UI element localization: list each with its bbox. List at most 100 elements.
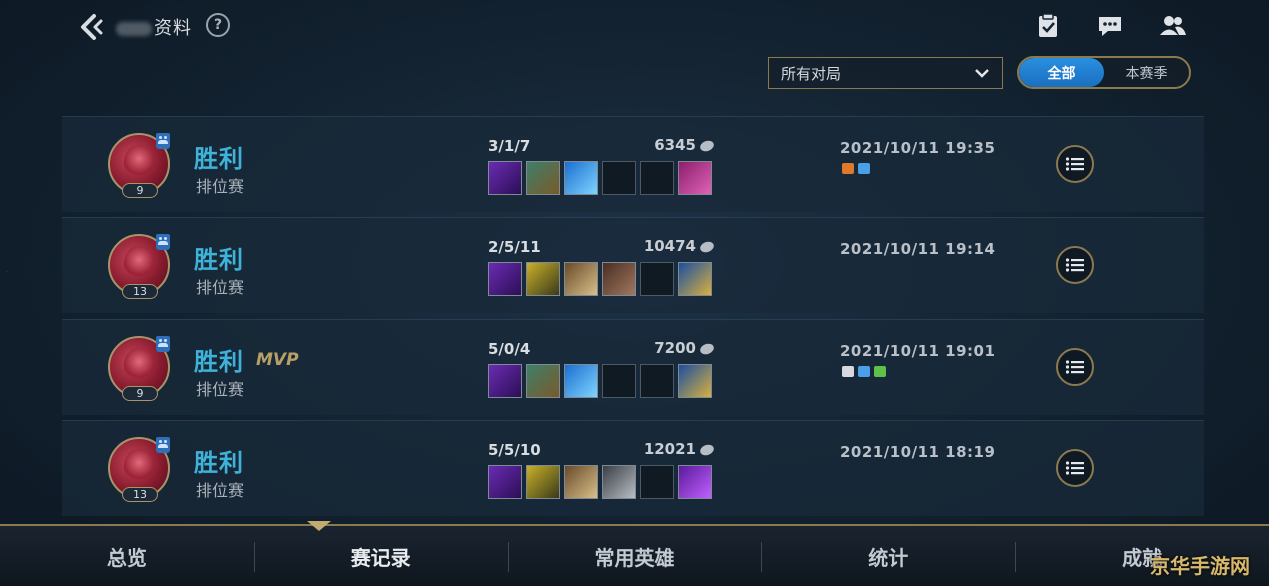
team-icon xyxy=(156,336,170,352)
item-list xyxy=(488,161,712,195)
segment-this-season[interactable]: 本赛季 xyxy=(1104,58,1189,87)
match-result: 胜利 xyxy=(194,348,244,376)
empty-item-slot xyxy=(640,465,674,499)
back-button[interactable] xyxy=(74,10,108,44)
team-icon xyxy=(156,133,170,149)
side-text: · xyxy=(2,270,11,273)
hero-avatar-wrap: 13 xyxy=(108,437,172,502)
tasks-button[interactable] xyxy=(1034,12,1062,40)
match-mode: 排位赛 xyxy=(196,380,245,399)
item-slot xyxy=(488,364,522,398)
gold-value: 12021 xyxy=(643,440,696,458)
friends-icon xyxy=(1160,16,1186,35)
item-slot xyxy=(526,465,560,499)
item-slot xyxy=(526,364,560,398)
kda: 3/1/7 xyxy=(488,137,531,155)
gold-amount: 10474 xyxy=(622,237,716,255)
match-result: 胜利 xyxy=(194,246,244,274)
page-title-text: 资料 xyxy=(154,18,192,39)
item-slot xyxy=(488,262,522,296)
empty-item-slot xyxy=(640,364,674,398)
gold-value: 10474 xyxy=(643,237,696,255)
empty-item-slot xyxy=(640,161,674,195)
match-row[interactable]: 13 胜利 排位赛 2/5/11 10474 2021/10/11 19:14 xyxy=(62,217,1204,313)
item-slot xyxy=(678,465,712,499)
item-slot xyxy=(564,465,598,499)
list-icon xyxy=(1065,461,1084,475)
match-mode: 排位赛 xyxy=(196,177,245,196)
match-tag-icon xyxy=(858,366,870,377)
match-type-select[interactable]: 所有对局 xyxy=(768,57,1003,89)
help-icon: ? xyxy=(213,17,223,33)
friends-button[interactable] xyxy=(1159,12,1187,40)
clipboard-check-icon xyxy=(1039,13,1057,37)
level-badge: 13 xyxy=(122,487,158,502)
item-slot xyxy=(678,262,712,296)
item-slot xyxy=(602,262,636,296)
kda: 2/5/11 xyxy=(488,238,541,256)
gold-value: 6345 xyxy=(654,136,696,154)
gold-amount: 6345 xyxy=(622,136,716,154)
match-mode: 排位赛 xyxy=(196,481,245,500)
match-detail-button[interactable] xyxy=(1056,145,1094,183)
empty-item-slot xyxy=(640,262,674,296)
match-tags xyxy=(842,366,886,377)
item-slot xyxy=(564,364,598,398)
list-icon xyxy=(1065,157,1084,171)
chat-button[interactable] xyxy=(1096,12,1124,40)
gold-coin-icon xyxy=(698,239,716,254)
match-detail-button[interactable] xyxy=(1056,449,1094,487)
watermark: 京华手游网 xyxy=(1150,554,1250,578)
gold-coin-icon xyxy=(698,341,716,356)
item-slot xyxy=(602,465,636,499)
item-list xyxy=(488,465,712,499)
match-tag-icon xyxy=(858,163,870,174)
level-badge: 13 xyxy=(122,284,158,299)
empty-item-slot xyxy=(602,161,636,195)
redacted-name xyxy=(116,22,152,36)
match-datetime: 2021/10/11 19:14 xyxy=(840,240,996,258)
level-badge: 9 xyxy=(122,183,158,198)
bottom-nav: 总览 赛记录 常用英雄 统计 成就 xyxy=(0,524,1269,586)
hero-avatar-wrap: 9 xyxy=(108,133,172,198)
match-result: 胜利 xyxy=(194,449,244,477)
nav-statistics[interactable]: 统计 xyxy=(761,526,1015,586)
nav-frequent-heroes[interactable]: 常用英雄 xyxy=(507,526,762,586)
match-row[interactable]: 9 胜利 排位赛 3/1/7 6345 2021/10/11 19:35 xyxy=(62,116,1204,212)
match-type-value: 所有对局 xyxy=(781,64,842,83)
item-slot xyxy=(488,465,522,499)
match-row[interactable]: 9 胜利 MVP 排位赛 5/0/4 7200 2021/10/11 19:01 xyxy=(62,319,1204,415)
match-datetime: 2021/10/11 18:19 xyxy=(840,443,996,461)
season-toggle: 全部 本赛季 xyxy=(1017,56,1191,89)
match-tag-icon xyxy=(874,366,886,377)
page-title: 资料 xyxy=(116,14,192,40)
chevron-down-icon xyxy=(975,69,989,78)
help-button[interactable]: ? xyxy=(206,13,230,37)
gold-coin-icon xyxy=(698,442,716,457)
item-list xyxy=(488,262,712,296)
item-slot xyxy=(564,262,598,296)
match-tag-icon xyxy=(842,163,854,174)
match-detail-button[interactable] xyxy=(1056,246,1094,284)
empty-item-slot xyxy=(602,364,636,398)
match-datetime: 2021/10/11 19:35 xyxy=(840,139,996,157)
gold-amount: 7200 xyxy=(622,339,716,357)
hero-avatar-wrap: 13 xyxy=(108,234,172,299)
match-row[interactable]: 13 胜利 排位赛 5/5/10 12021 2021/10/11 18:19 xyxy=(62,420,1204,516)
nav-match-history[interactable]: 赛记录 xyxy=(253,526,508,586)
kda: 5/5/10 xyxy=(488,441,541,459)
match-datetime: 2021/10/11 19:01 xyxy=(840,342,996,360)
item-slot xyxy=(678,161,712,195)
nav-overview[interactable]: 总览 xyxy=(0,526,254,586)
gold-value: 7200 xyxy=(654,339,696,357)
back-arrow-icon xyxy=(81,14,103,40)
match-tags xyxy=(842,163,870,174)
match-result: 胜利 xyxy=(194,145,244,173)
gold-coin-icon xyxy=(698,138,716,153)
item-slot xyxy=(678,364,712,398)
item-slot xyxy=(564,161,598,195)
item-slot xyxy=(526,161,560,195)
match-detail-button[interactable] xyxy=(1056,348,1094,386)
segment-all[interactable]: 全部 xyxy=(1019,58,1104,87)
item-list xyxy=(488,364,712,398)
